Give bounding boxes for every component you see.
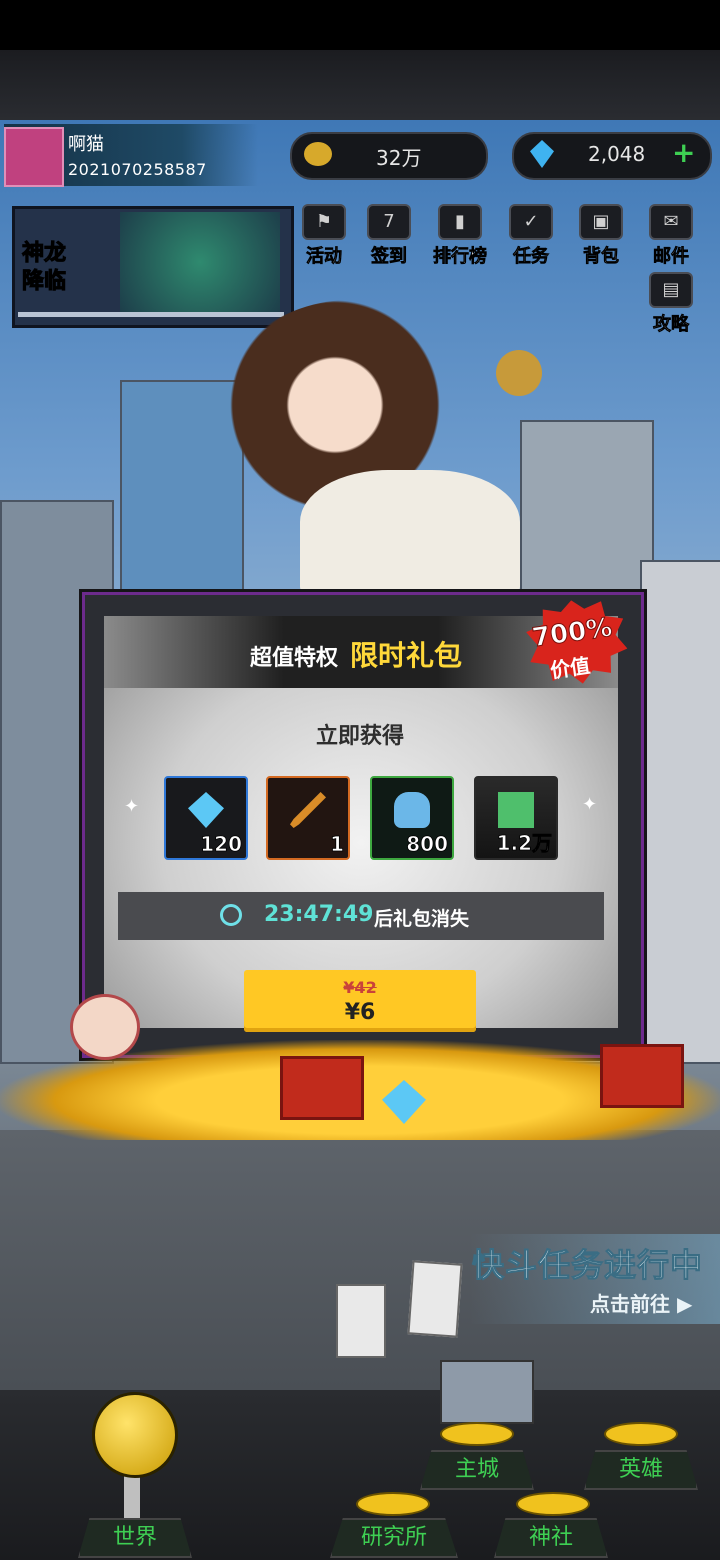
sparkle-left-icon: ✦ [124, 796, 140, 817]
task-icon: ✓ [509, 204, 553, 240]
player-name: 啊猫 [68, 134, 104, 155]
hero-card-queen[interactable] [336, 1284, 386, 1358]
reward-item-armor[interactable]: 800 [370, 776, 454, 860]
world-lever-icon[interactable] [92, 1392, 178, 1478]
quest-go-link[interactable]: 点击前往 ▶ [590, 1288, 692, 1317]
add-gems-button[interactable]: + [672, 136, 695, 169]
menu-button-tasks[interactable]: ✓ 任务 [502, 204, 560, 268]
menu-button-guide[interactable]: ▤ 攻略 [642, 272, 700, 336]
cash-icon [498, 792, 534, 828]
heroes-pad-icon [604, 1422, 678, 1446]
reward-item-gems[interactable]: 120 [164, 776, 248, 860]
nav-heroes-button[interactable]: 英雄 [584, 1450, 698, 1490]
heroine-cape [300, 470, 520, 600]
nav-main-city-button[interactable]: 主城 [420, 1450, 534, 1490]
value-badge-label: 价值 [548, 653, 592, 683]
gem-icon [188, 792, 224, 828]
countdown-time: 23:47:49 [264, 902, 374, 927]
player-id: 2021070258587 [68, 160, 207, 179]
backpack-icon: ▣ [579, 204, 623, 240]
quest-title: 快斗任务进行中 [471, 1246, 704, 1285]
shrine-pad-icon [516, 1492, 590, 1516]
research-pad-icon [356, 1492, 430, 1516]
gold-coin-icon [304, 142, 332, 166]
money-bag-icon [70, 994, 140, 1060]
armor-icon [394, 792, 430, 828]
countdown-suffix: 后礼包消失 [374, 908, 470, 930]
city-miniature-icon [440, 1360, 534, 1424]
treasure-chest-icon [280, 1056, 364, 1120]
reward-qty: 800 [406, 832, 449, 857]
mail-icon: ✉ [649, 204, 693, 240]
reward-qty: 1 [330, 832, 345, 857]
hero-card-king[interactable] [407, 1260, 463, 1338]
nav-shrine-button[interactable]: 神社 [494, 1518, 608, 1558]
potato-sprout-icon [496, 350, 542, 396]
sale-price: ¥6 [344, 1000, 376, 1025]
get-now-label: 立即获得 [315, 724, 404, 749]
reward-item-sword[interactable]: 1 [266, 776, 350, 860]
dialog-header-prefix: 超值特权 [250, 646, 339, 671]
nav-research-button[interactable]: 研究所 [330, 1518, 458, 1558]
calendar-icon: 7 [367, 204, 411, 240]
menu-button-mail[interactable]: ✉ 邮件 [642, 204, 700, 268]
treasure-chest-right-icon [600, 1044, 684, 1108]
nav-world-button[interactable]: 世界 [78, 1518, 192, 1558]
event-banner-title: 神龙 降临 [22, 241, 67, 295]
circuit-header-decoration [0, 50, 720, 120]
reward-qty: 1.2万 [496, 831, 552, 856]
original-price: ¥42 [343, 978, 377, 997]
menu-button-signin[interactable]: 7 签到 [360, 204, 418, 268]
gold-amount: 32万 [376, 146, 422, 170]
sparkle-right-icon: ✦ [582, 794, 598, 815]
reward-item-cash[interactable]: 1.2万 [474, 776, 558, 860]
reward-qty: 120 [200, 832, 243, 857]
event-icon: ⚑ [302, 204, 346, 240]
clock-icon [220, 904, 242, 926]
ranking-icon: ▮ [438, 204, 482, 240]
banner-progress-track [18, 312, 284, 317]
status-bar-area [0, 0, 720, 50]
menu-button-event[interactable]: ⚑ 活动 [295, 204, 353, 268]
menu-button-backpack[interactable]: ▣ 背包 [572, 204, 630, 268]
main-city-pad-icon [440, 1422, 514, 1446]
dialog-title: 限时礼包 [350, 639, 463, 672]
menu-button-ranking[interactable]: ▮ 排行榜 [426, 204, 494, 268]
gem-amount: 2,048 [588, 142, 646, 166]
building-right-sign [640, 560, 720, 1064]
dragon-icon [120, 212, 280, 312]
avatar[interactable] [4, 127, 64, 187]
guide-book-icon: ▤ [649, 272, 693, 308]
sword-icon [290, 792, 326, 828]
